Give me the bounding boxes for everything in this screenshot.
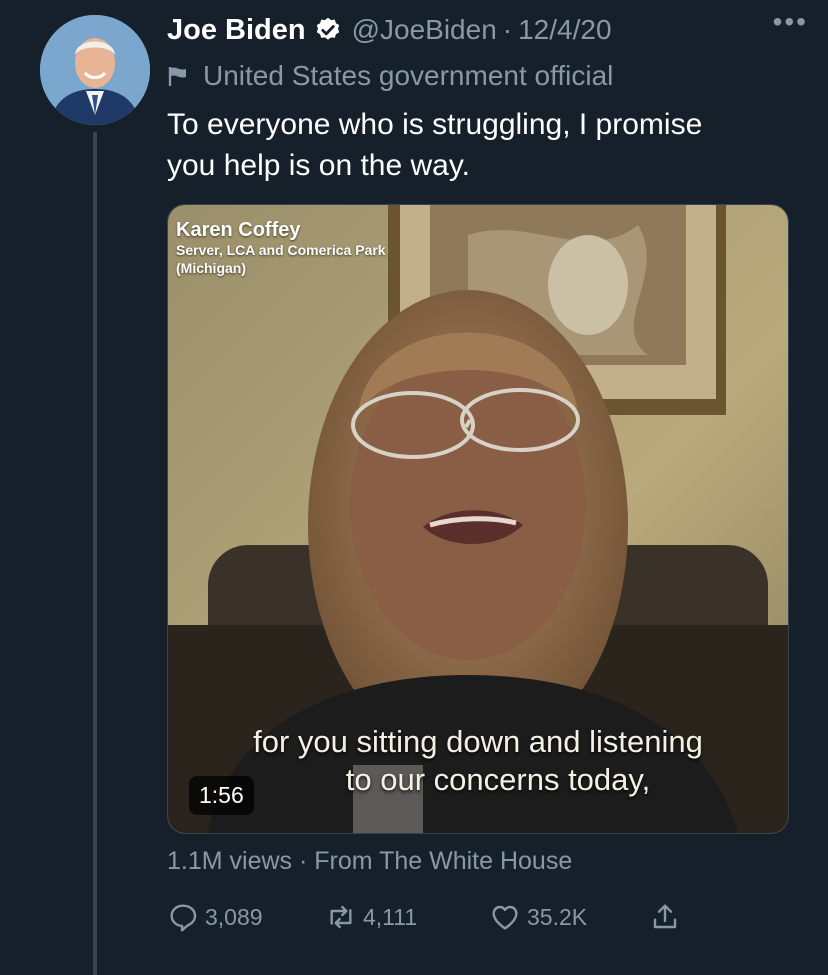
reply-icon: [170, 904, 197, 932]
caption-line: to our concerns today,: [345, 762, 651, 797]
avatar[interactable]: [40, 15, 150, 125]
like-count: 35.2K: [527, 903, 588, 930]
heart-icon: [492, 905, 518, 930]
tweet-text: To everyone who is struggling, I promise…: [167, 104, 787, 186]
header-separator: ·: [502, 14, 513, 45]
government-label[interactable]: United States government official: [167, 56, 613, 96]
author-handle[interactable]: @JoeBiden: [352, 14, 497, 46]
government-label-text: United States government official: [203, 60, 614, 91]
video-caption: for you sitting down and listening to ou…: [168, 723, 788, 799]
more-options-icon[interactable]: •••: [773, 8, 808, 36]
video-duration-badge: 1:56: [189, 776, 254, 815]
like-button[interactable]: 35.2K: [489, 897, 587, 937]
caption-line: for you sitting down and listening: [253, 724, 703, 759]
tweet-date[interactable]: 12/4/20: [518, 14, 611, 46]
share-icon: [653, 904, 677, 929]
tweet-header: Joe Biden @JoeBiden · 12/4/20: [167, 8, 808, 52]
video-source[interactable]: From The White House: [314, 847, 572, 875]
verified-badge-icon: [314, 16, 342, 44]
retweet-count: 4,111: [363, 903, 418, 930]
speaker-name: Karen Coffey: [176, 219, 301, 241]
speaker-location: (Michigan): [176, 260, 246, 276]
author-name[interactable]: Joe Biden: [167, 14, 306, 47]
view-count: 1.1M views: [167, 847, 293, 875]
tweet-text-line: you help is on the way.: [167, 149, 470, 182]
speaker-lower-third: Karen Coffey Server, LCA and Comerica Pa…: [176, 219, 386, 277]
avatar-image: [40, 15, 150, 125]
tweet-stats: 1.1M views · From The White House: [167, 842, 572, 880]
retweet-icon: [330, 905, 352, 929]
retweet-button[interactable]: 4,111: [325, 897, 417, 937]
video-player[interactable]: Karen Coffey Server, LCA and Comerica Pa…: [167, 204, 789, 834]
tweet-text-line: To everyone who is struggling, I promise: [167, 108, 703, 141]
thread-connector-line: [93, 132, 97, 975]
stats-separator: ·: [299, 847, 308, 875]
government-flag-icon: [167, 65, 189, 87]
reply-count: 3,089: [205, 903, 263, 930]
tweet-actions: 3,089 4,111 35.2K: [167, 897, 687, 937]
share-button[interactable]: [649, 897, 687, 937]
speaker-title: Server, LCA and Comerica Park: [176, 242, 386, 258]
reply-button[interactable]: 3,089: [167, 897, 263, 937]
